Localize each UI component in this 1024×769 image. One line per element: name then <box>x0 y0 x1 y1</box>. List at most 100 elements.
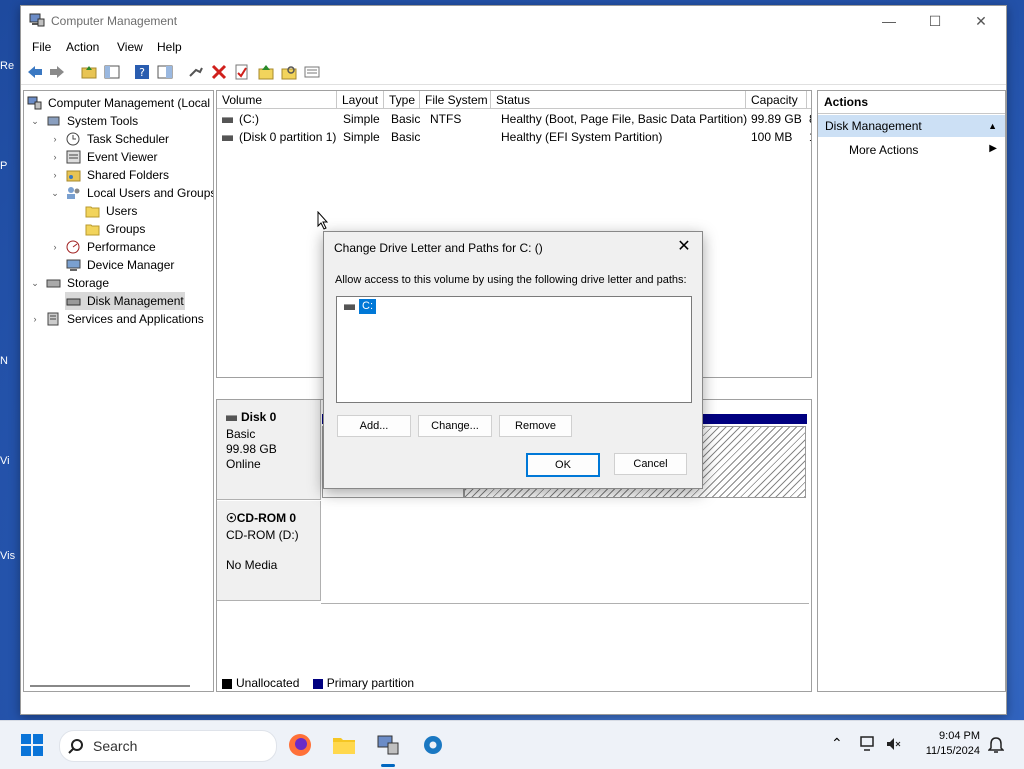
menu-file[interactable]: File <box>32 40 51 54</box>
toolbar: ? <box>21 60 1006 85</box>
file-explorer-icon[interactable] <box>332 733 356 757</box>
search-icon <box>68 739 83 754</box>
minimize-button[interactable]: — <box>866 8 912 34</box>
disk-size: 99.98 GB <box>226 442 277 456</box>
menu-help[interactable]: Help <box>157 40 182 54</box>
drive-icon <box>344 304 355 310</box>
column-header-file-system[interactable]: File System <box>420 91 491 109</box>
taskbar-search-box[interactable]: Search <box>59 730 277 762</box>
more-actions-item[interactable]: More Actions <box>849 139 918 161</box>
firefox-icon[interactable] <box>288 733 312 757</box>
column-header-layout[interactable]: Layout <box>337 91 384 109</box>
chevron-down-icon[interactable]: ⌄ <box>30 112 40 130</box>
collapse-up-icon[interactable]: ▲ <box>988 115 997 137</box>
performance-icon <box>66 240 80 254</box>
tree-item-storage[interactable]: ⌄ Storage <box>24 274 213 292</box>
title-bar[interactable]: Computer Management — ☐ ✕ <box>21 6 1006 36</box>
chevron-right-icon[interactable]: › <box>50 238 60 256</box>
notification-bell-icon[interactable] <box>988 736 1004 754</box>
chevron-down-icon[interactable]: ⌄ <box>50 184 60 202</box>
up-folder-icon[interactable] <box>81 64 97 80</box>
check-icon[interactable] <box>234 64 250 80</box>
horizontal-scrollbar[interactable] <box>30 685 190 687</box>
drive-paths-list[interactable]: C: <box>336 296 692 403</box>
column-header-free-space[interactable]: I <box>807 91 811 109</box>
menu-view[interactable]: View <box>117 40 143 54</box>
cancel-button[interactable]: Cancel <box>614 453 687 475</box>
computer-management-icon <box>29 13 45 27</box>
help-icon[interactable]: ? <box>134 64 150 80</box>
start-button-icon[interactable] <box>20 733 44 757</box>
desktop-icon[interactable]: Re <box>0 60 22 72</box>
disk-state: Online <box>226 457 261 471</box>
tree-item-device-manager[interactable]: Device Manager <box>24 256 213 274</box>
tree-item-users[interactable]: Users <box>24 202 213 220</box>
forward-arrow-icon[interactable] <box>49 64 65 80</box>
connect-icon[interactable] <box>188 64 204 80</box>
remove-button[interactable]: Remove <box>499 415 572 437</box>
desktop-icon[interactable]: Vi <box>0 455 22 467</box>
actions-section-disk-management[interactable]: Disk Management ▲ <box>818 115 1005 137</box>
chevron-right-icon[interactable]: › <box>50 166 60 184</box>
tree-item-local-users-and-groups[interactable]: ⌄ Local Users and Groups <box>24 184 213 202</box>
tree-item-groups[interactable]: Groups <box>24 220 213 238</box>
properties-pane-icon[interactable] <box>157 64 173 80</box>
disk-0-label[interactable]: Disk 0 Basic 99.98 GB Online <box>217 400 321 500</box>
legend-primary: Primary partition <box>326 676 415 690</box>
show-hide-tree-icon[interactable] <box>104 64 120 80</box>
computer-management-icon <box>27 96 42 110</box>
folder-search-icon[interactable] <box>281 64 297 80</box>
volume-muted-icon[interactable] <box>885 736 901 752</box>
clock[interactable]: 9:04 PM 11/15/2024 <box>926 729 980 759</box>
show-hidden-icons-chevron-icon[interactable]: ⌃ <box>831 735 843 752</box>
desktop-icon[interactable]: P <box>0 160 22 172</box>
volume-name-cell: (Disk 0 partition 1) <box>222 128 336 146</box>
chevron-right-icon[interactable]: › <box>30 310 40 328</box>
disk-name: Disk 0 <box>241 410 277 424</box>
column-header-type[interactable]: Type <box>384 91 420 109</box>
folder-up-icon[interactable] <box>258 64 274 80</box>
tree-item-label: Groups <box>106 222 146 236</box>
maximize-button[interactable]: ☐ <box>912 8 958 34</box>
tree-item-services-and-applications[interactable]: › Services and Applications <box>24 310 213 328</box>
tree-item-disk-management[interactable]: Disk Management <box>65 292 185 310</box>
back-arrow-icon[interactable] <box>27 64 43 80</box>
tree-item-shared-folders[interactable]: › Shared Folders <box>24 166 213 184</box>
settings-gear-icon[interactable] <box>421 733 445 757</box>
drive-icon <box>222 134 233 141</box>
close-button[interactable]: ✕ <box>958 8 1004 34</box>
device-manager-icon <box>66 259 81 271</box>
computer-management-taskbar-icon[interactable] <box>376 733 400 757</box>
tools-icon <box>47 116 60 126</box>
storage-icon <box>46 279 61 288</box>
delete-icon[interactable] <box>211 64 227 80</box>
tree-item-event-viewer[interactable]: › Event Viewer <box>24 148 213 166</box>
column-header-status[interactable]: Status <box>491 91 746 109</box>
drive-path-entry[interactable]: C: <box>359 299 376 314</box>
tree-item-system-tools[interactable]: ⌄ System Tools <box>24 112 213 130</box>
tree-item-performance[interactable]: › Performance <box>24 238 213 256</box>
tree-item-label: System Tools <box>67 114 139 128</box>
cdrom-0-label[interactable]: ☉CD-ROM 0 CD-ROM (D:) No Media <box>217 501 321 601</box>
tree-root[interactable]: Computer Management (Local <box>24 94 213 112</box>
list-view-icon[interactable] <box>304 64 320 80</box>
drive-icon <box>222 116 233 123</box>
change-button[interactable]: Change... <box>418 415 492 437</box>
menu-action[interactable]: Action <box>66 40 99 54</box>
drive-icon <box>226 414 237 421</box>
disk-management-icon <box>66 298 81 306</box>
chevron-right-icon[interactable]: › <box>50 130 60 148</box>
tree-item-label: Performance <box>87 240 156 254</box>
desktop-icon[interactable]: Vis <box>0 550 22 562</box>
layout-cell: Simple <box>343 130 380 144</box>
ok-button[interactable]: OK <box>526 453 600 477</box>
add-button[interactable]: Add... <box>337 415 411 437</box>
tree-item-task-scheduler[interactable]: › Task Scheduler <box>24 130 213 148</box>
column-header-volume[interactable]: Volume <box>217 91 337 109</box>
chevron-down-icon[interactable]: ⌄ <box>30 274 40 292</box>
network-icon[interactable] <box>860 736 878 752</box>
desktop-icon[interactable]: N <box>0 355 22 367</box>
dialog-close-button[interactable]: ✕ <box>672 236 696 258</box>
column-header-capacity[interactable]: Capacity <box>746 91 807 109</box>
chevron-right-icon[interactable]: › <box>50 148 60 166</box>
